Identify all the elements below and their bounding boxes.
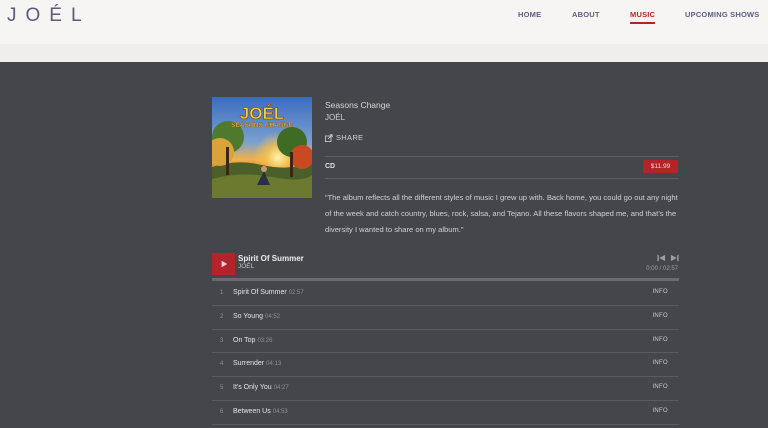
now-playing-artist: JOÉL [238, 263, 255, 270]
divider [325, 156, 679, 157]
track-name: It's Only You [233, 384, 272, 392]
track-number: 2 [220, 313, 224, 320]
track-name: On Top [233, 336, 256, 344]
track-title[interactable]: So Young 04:52 [233, 313, 280, 320]
album-title: Seasons Change [325, 100, 391, 110]
track-duration: 04:27 [273, 385, 289, 392]
now-playing-title: Spirit Of Summer [238, 254, 304, 263]
track-name: Between Us [233, 407, 271, 415]
track-info-link[interactable]: INFO [652, 408, 668, 414]
site-logo[interactable]: JOÉL [7, 5, 91, 27]
track-row[interactable]: 4 Surrender 04:13 INFO [212, 353, 679, 378]
track-info-link[interactable]: INFO [652, 337, 668, 343]
track-duration: 02:57 [288, 290, 304, 296]
track-number: 1 [220, 290, 224, 296]
track-info-link[interactable]: INFO [652, 313, 668, 319]
nav-home[interactable]: HOME [518, 10, 541, 19]
track-row[interactable]: 2 So Young 04:52 INFO [212, 306, 679, 330]
track-duration: 04:13 [266, 361, 282, 368]
nav-about[interactable]: ABOUT [572, 10, 600, 19]
track-info-link[interactable]: INFO [652, 384, 668, 390]
playback-time: 0:00 / 02:57 [646, 266, 678, 272]
divider [325, 178, 679, 179]
previous-track-icon[interactable] [657, 254, 666, 262]
album-artist: JOÉL [325, 113, 346, 122]
nav-upcoming-shows[interactable]: UPCOMING SHOWS [685, 10, 759, 19]
play-icon [221, 260, 227, 268]
track-number: 6 [220, 408, 224, 415]
album-description: “The album reflects all the different st… [325, 193, 678, 234]
track-info-link[interactable]: INFO [652, 289, 668, 295]
share-button[interactable]: SHARE [325, 133, 363, 142]
cover-title-text: SEASONS CHANGE [231, 122, 293, 129]
track-title[interactable]: Surrender 04:13 [233, 360, 281, 367]
share-icon [325, 133, 333, 142]
track-info-link[interactable]: INFO [652, 360, 668, 366]
track-number: 4 [220, 361, 224, 368]
track-title[interactable]: Spirit Of Summer 02:57 [233, 289, 304, 296]
track-duration: 04:53 [272, 408, 288, 415]
track-number: 5 [220, 385, 224, 392]
track-list: 1 Spirit Of Summer 02:57 INFO 2 So Young 0… [212, 282, 679, 425]
header-shade [0, 44, 768, 62]
track-row[interactable]: 1 Spirit Of Summer 02:57 INFO [212, 282, 679, 306]
track-row[interactable]: 3 On Top 03:26 INFO [212, 330, 679, 354]
track-row[interactable]: 5 It's Only You 04:27 INFO [212, 377, 679, 401]
progress-bar[interactable] [212, 278, 679, 281]
site-header: JOÉL HOME ABOUT MUSIC UPCOMING SHOWS [0, 0, 768, 62]
track-name: Surrender [233, 360, 265, 368]
play-button[interactable] [212, 253, 235, 275]
nav-music[interactable]: MUSIC [630, 10, 656, 24]
track-name: So Young [233, 312, 263, 320]
album-cover-image: JOÉL SEASONS CHANGE [212, 97, 312, 198]
buy-price-button[interactable]: $11.99 [643, 160, 678, 173]
track-duration: 03:26 [257, 337, 273, 344]
track-title[interactable]: It's Only You 04:27 [233, 384, 289, 391]
share-label: SHARE [336, 133, 364, 142]
track-title[interactable]: On Top 03:26 [233, 337, 272, 344]
track-title[interactable]: Between Us 04:53 [233, 408, 288, 415]
track-number: 3 [220, 337, 224, 344]
next-track-icon[interactable] [670, 254, 679, 262]
format-label: CD [325, 163, 336, 170]
cover-artist-text: JOÉL [240, 104, 284, 123]
track-duration: 04:52 [264, 313, 280, 320]
track-row[interactable]: 6 Between Us 04:53 INFO [212, 401, 679, 425]
track-name: Spirit Of Summer [233, 289, 287, 296]
